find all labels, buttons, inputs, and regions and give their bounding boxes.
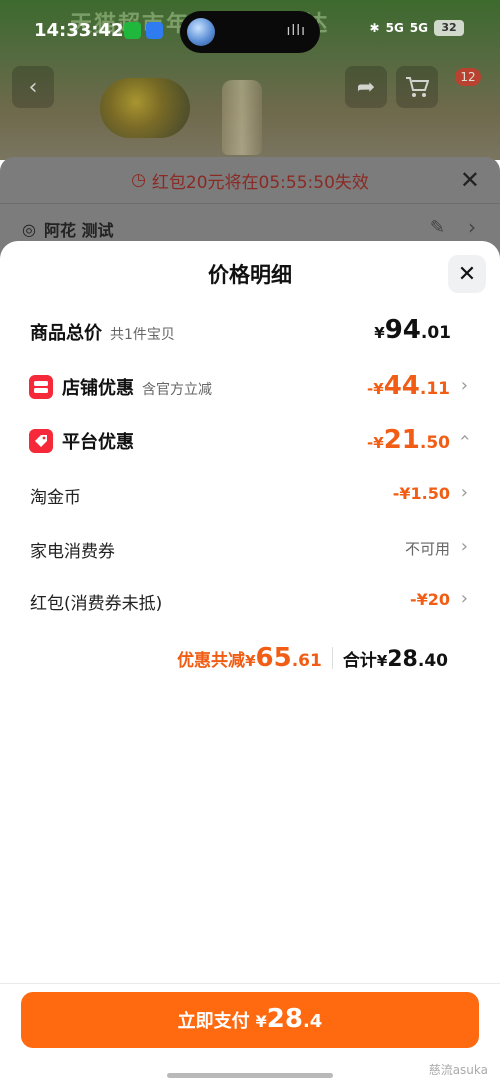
discount-total-symbol: ¥ [245,652,256,670]
hongbao-countdown: ◷ 红包20元将在05:55:50失效 [0,157,500,204]
location-app-icon [146,22,163,39]
platform-discount-value: -¥21.50 [367,425,450,455]
taojinbi-value: -¥1.50 [392,484,450,503]
grand-total-label: 合计 [342,651,377,671]
address-text: 阿花 测试 [43,221,114,240]
taojinbi-label: 淘金币 [30,488,81,508]
share-button[interactable]: ➦ [345,66,387,108]
background-product-bottle [222,80,262,155]
total-price-int: 94 [384,315,421,345]
status-time: 14:33:42 [34,20,124,41]
edit-icon[interactable]: ✎ [430,217,445,238]
store-discount-prefix: -¥ [367,380,384,398]
close-icon[interactable]: ✕ [460,166,480,194]
back-button[interactable]: ‹ [12,66,54,108]
chevron-right-icon: › [468,215,476,239]
pay-button-int: 28 [266,1004,303,1034]
wechat-icon [124,22,141,39]
status-indicators: ✱ 5G 5G 32 [370,20,464,36]
sheet-title: 价格明细 [208,263,292,287]
hongbao-label: 红包(消费券未抵) [30,594,163,614]
total-price-label-text: 商品总价 [30,323,102,344]
discount-total-dec: .61 [291,651,322,671]
clock-icon: ◷ [131,170,146,190]
chevron-up-icon: › [453,433,475,442]
pay-button-label: 立即支付 [177,1011,250,1032]
total-price-symbol: ¥ [374,324,385,342]
discount-total-label: 优惠共减 [177,651,246,671]
coupon-tag-icon [29,429,53,453]
chevron-right-icon: › [460,588,468,609]
bottom-bar-divider [0,983,500,984]
platform-discount-dec: .50 [419,433,450,453]
price-summary: 优惠共减 ¥ 65 .61 合计 ¥ 28 .40 [177,643,448,673]
close-button[interactable]: ✕ [448,255,486,293]
audio-wave-icon: ıllı [286,23,306,39]
store-discount-value: -¥44.11 [367,371,450,401]
store-discount-dec: .11 [419,379,450,399]
cart-button[interactable] [396,66,438,108]
close-icon: ✕ [457,261,477,287]
summary-divider [331,647,333,669]
signal-2-label: 5G [409,21,428,35]
item-count-text: 共1件宝贝 [110,327,175,343]
pay-button-symbol: ¥ [255,1012,267,1031]
appliance-coupon-label: 家电消费券 [30,542,115,562]
store-discount-note: 含官方立减 [142,382,212,398]
grand-total-symbol: ¥ [376,652,388,670]
store-discount-label: 店铺优惠 含官方立减 [62,374,212,400]
bluetooth-icon: ✱ [369,21,380,35]
appliance-coupon-value: 不可用 [404,540,450,558]
chevron-right-icon: › [460,536,468,557]
battery-indicator: 32 [434,20,464,36]
store-discount-label-text: 店铺优惠 [62,378,134,399]
countdown-text: 红包20元将在05:55:50失效 [151,172,369,193]
chevron-right-icon: › [460,375,468,396]
signal-1-label: 5G [385,21,404,35]
address-row[interactable]: ◎ 阿花 测试 [22,217,114,241]
grand-total-int: 28 [387,647,418,672]
location-pin-icon: ◎ [22,219,36,239]
watermark-text: 慈流asuka [428,1063,488,1077]
background-product-image [100,78,190,138]
chevron-left-icon: ‹ [28,74,38,100]
store-discount-int: 44 [383,371,420,401]
share-icon: ➦ [356,74,376,100]
dynamic-island: ıllı [180,11,320,53]
platform-discount-int: 21 [383,425,420,455]
discount-total-int: 65 [255,643,292,673]
cart-badge: 12 [455,68,481,86]
price-detail-sheet: 价格明细 ✕ 商品总价 共1件宝贝 ¥94.01 店铺优惠 含官方立减 -¥44.1… [0,241,500,1089]
platform-discount-label: 平台优惠 [62,432,134,453]
total-price-dec: .01 [420,323,451,343]
total-price-value: ¥94.01 [374,315,451,345]
store-icon [29,375,53,399]
chevron-right-icon: › [460,482,468,503]
pay-button-dec: .4 [302,1011,323,1032]
grand-total-dec: .40 [417,651,448,671]
platform-discount-prefix: -¥ [367,434,384,452]
globe-icon [187,18,215,46]
pay-now-button[interactable]: 立即支付 ¥ 28 .4 [21,992,479,1048]
cart-icon [406,77,429,97]
home-indicator[interactable] [167,1073,333,1078]
hongbao-value: -¥20 [409,590,450,609]
total-price-label: 商品总价 共1件宝贝 [30,319,175,345]
